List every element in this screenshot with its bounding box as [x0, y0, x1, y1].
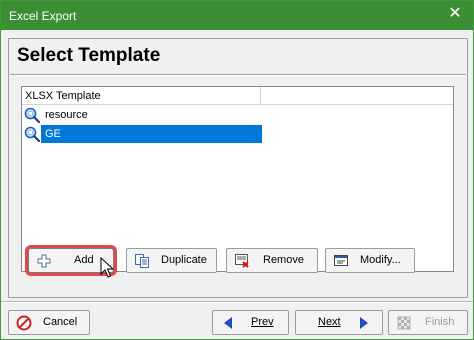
page-title: Select Template — [17, 45, 161, 66]
cancel-button-label: Cancel — [43, 316, 78, 328]
column-header-empty[interactable] — [261, 87, 453, 105]
template-list[interactable]: XLSX Template resource GE — [21, 86, 454, 272]
remove-icon — [235, 254, 249, 268]
checkered-flag-icon — [397, 316, 411, 330]
excel-export-dialog: Excel Export ✕ Select Template XLSX Temp… — [0, 0, 474, 340]
arrow-right-icon — [360, 317, 368, 329]
cancel-icon — [16, 315, 32, 331]
next-button[interactable]: Next — [295, 310, 383, 335]
window-title: Excel Export — [9, 9, 77, 23]
selection-highlight — [41, 125, 262, 143]
modify-button-label: Modify... — [360, 254, 401, 266]
list-item[interactable]: resource — [22, 106, 262, 124]
finish-button[interactable]: Finish — [388, 310, 468, 335]
magnifier-icon — [24, 107, 40, 123]
divider — [10, 74, 466, 76]
plus-icon — [37, 254, 51, 268]
list-header: XLSX Template — [22, 87, 453, 105]
remove-button-label: Remove — [263, 254, 304, 266]
finish-button-label: Finish — [425, 316, 455, 328]
arrow-left-icon — [224, 317, 232, 329]
list-item[interactable]: GE — [22, 125, 262, 143]
prev-button[interactable]: Prev — [212, 310, 289, 335]
duplicate-icon — [135, 254, 149, 268]
remove-button[interactable]: Remove — [226, 248, 318, 273]
magnifier-icon — [24, 126, 40, 142]
duplicate-button[interactable]: Duplicate — [126, 248, 217, 273]
add-button-label: Add — [74, 254, 94, 266]
cancel-button[interactable]: Cancel — [8, 310, 90, 335]
column-header-xlsx-template[interactable]: XLSX Template — [22, 87, 261, 105]
modify-icon — [334, 255, 348, 266]
close-icon[interactable]: ✕ — [445, 4, 465, 24]
duplicate-button-label: Duplicate — [161, 254, 207, 266]
mouse-cursor-icon — [100, 257, 114, 278]
next-button-label: Next — [318, 316, 341, 328]
list-item-label: GE — [43, 125, 63, 143]
footer-divider — [1, 301, 473, 303]
title-bar: Excel Export ✕ — [1, 1, 473, 30]
modify-button[interactable]: Modify... — [325, 248, 415, 273]
prev-button-label: Prev — [251, 316, 274, 328]
list-item-label: resource — [45, 109, 88, 121]
